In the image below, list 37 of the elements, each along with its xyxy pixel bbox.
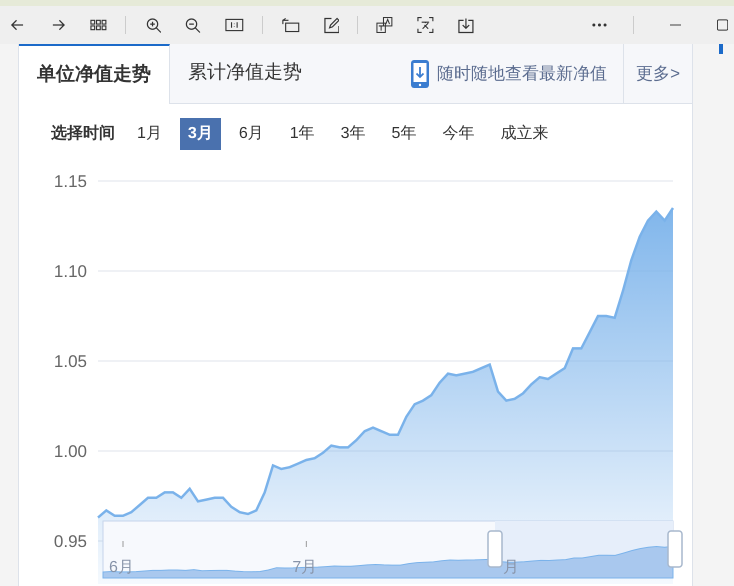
grid-icon[interactable] [90,19,107,31]
period-button[interactable]: 今年 [434,118,482,150]
zoom-out-icon[interactable] [185,16,202,34]
period-label: 选择时间 [51,124,115,144]
period-button[interactable]: 3月 [180,118,221,150]
zoom-in-icon[interactable] [146,16,162,34]
y-axis-label: 1.05 [54,352,87,371]
edit-icon[interactable] [324,16,340,34]
more-link[interactable]: 更多> [623,44,692,103]
rotate-icon[interactable] [280,17,300,33]
chart-tab[interactable]: 单位净值走势 [19,44,170,104]
period-button[interactable]: 1年 [282,118,323,150]
y-axis-label: 0.95 [54,532,87,551]
forward-icon[interactable] [50,17,66,33]
period-button[interactable]: 成立来 [492,118,556,150]
translate-icon[interactable] [376,16,394,34]
app-link[interactable]: 随时随地查看最新净值 [437,60,608,86]
period-button[interactable]: 1月 [129,118,170,150]
y-axis-label: 1.00 [54,442,87,461]
period-button[interactable]: 3年 [332,118,374,150]
chart-tab[interactable]: 累计净值走势 [170,44,320,103]
text-recognition-icon[interactable] [417,16,434,34]
download-icon[interactable] [458,16,474,34]
more-icon[interactable] [592,23,607,27]
back-icon[interactable] [10,17,25,33]
y-axis-label: 1.15 [54,172,87,191]
phone-icon [411,60,430,88]
period-button[interactable]: 6月 [230,118,272,150]
x-axis-label: 月 [503,559,519,576]
y-axis-label: 1.10 [54,262,87,281]
maximize-icon[interactable] [716,19,728,31]
actual-size-icon[interactable] [225,18,244,32]
slider-handle[interactable] [487,530,503,568]
slider-handle[interactable] [667,530,683,568]
period-button[interactable]: 5年 [384,118,424,150]
minimize-icon[interactable] [670,24,681,26]
zoom-slider[interactable] [102,520,674,578]
